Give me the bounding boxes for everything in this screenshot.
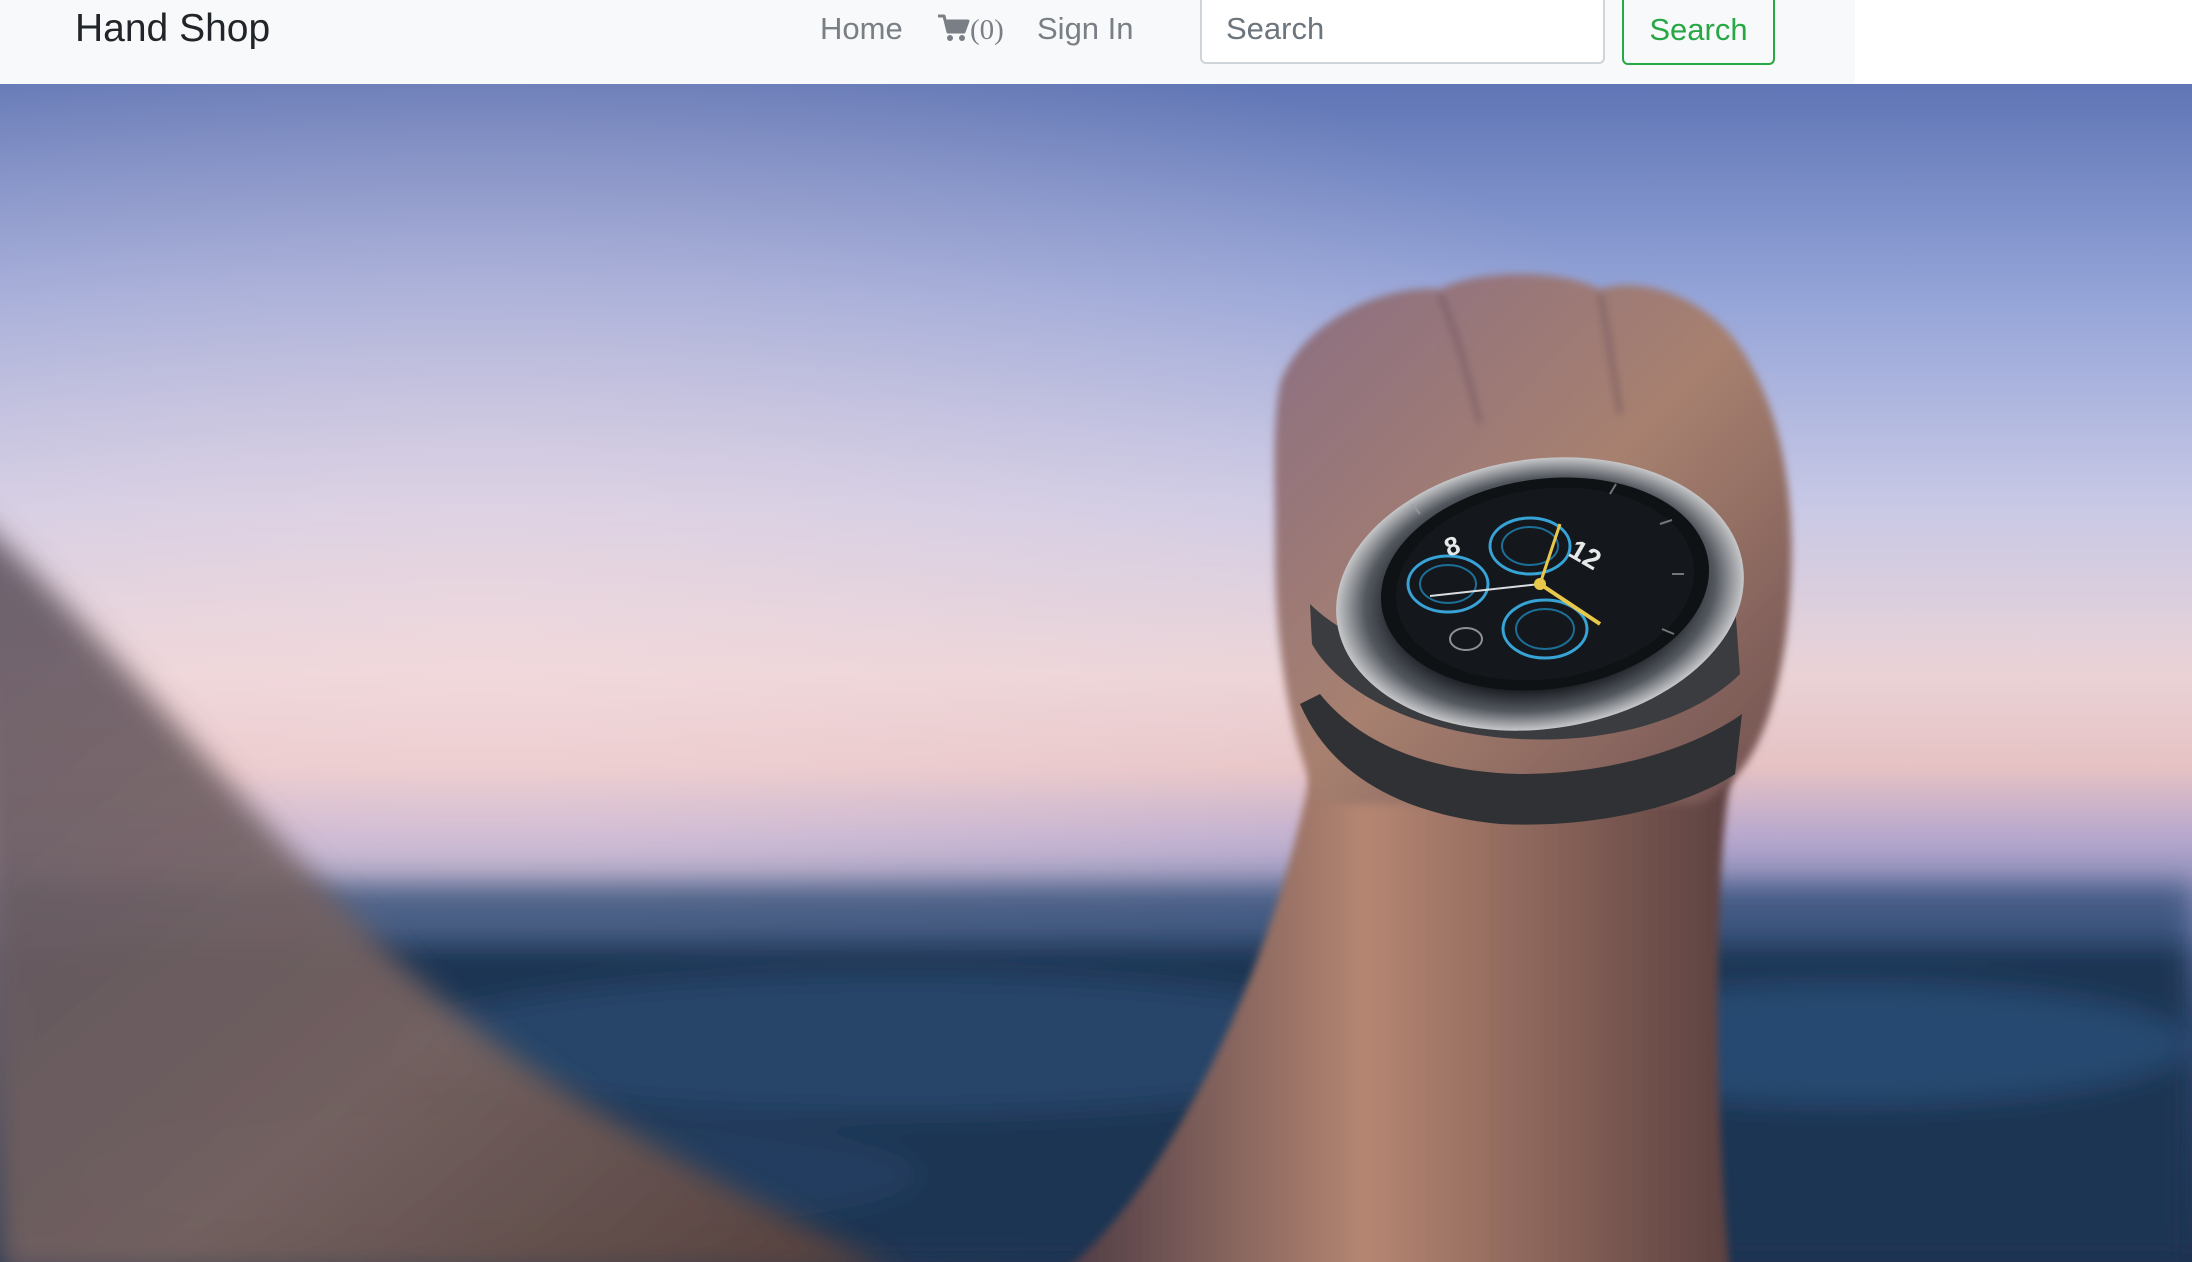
navbar: Hand Shop Home (0) Sign In Search (0, 0, 1855, 84)
cart-count: (0) (970, 14, 1004, 46)
nav-cart-link[interactable]: (0) (938, 0, 1004, 58)
hero-watch-photo: 8 12 (0, 84, 2192, 1262)
search-button[interactable]: Search (1622, 0, 1775, 65)
brand-logo-link[interactable]: Hand Shop (75, 0, 270, 58)
search-input[interactable] (1200, 0, 1605, 64)
shopping-cart-icon (938, 14, 970, 41)
nav-home-link[interactable]: Home (820, 0, 903, 58)
hero-image: 8 12 (0, 84, 2192, 1262)
nav-sign-in-link[interactable]: Sign In (1037, 0, 1134, 58)
